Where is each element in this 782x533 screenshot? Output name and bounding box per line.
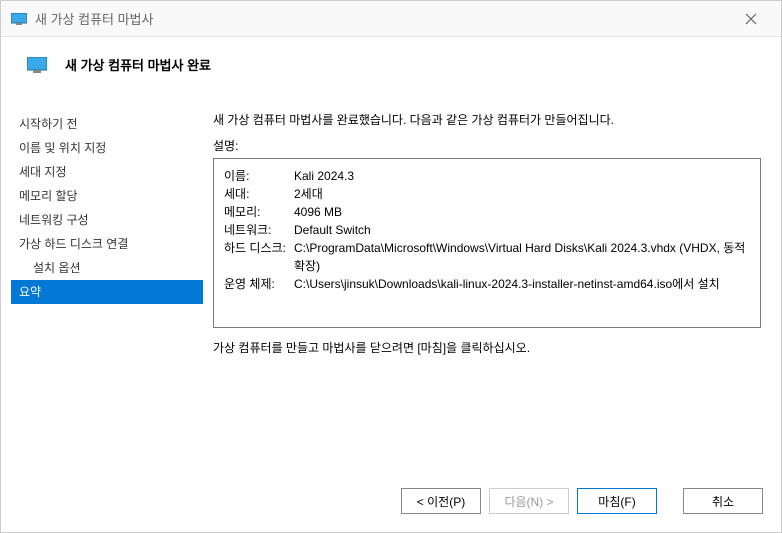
app-icon xyxy=(11,13,27,25)
summary-label: 이름: xyxy=(224,167,294,185)
summary-row: 이름:Kali 2024.3 xyxy=(224,167,750,185)
summary-row: 운영 체제:C:\Users\jinsuk\Downloads\kali-lin… xyxy=(224,275,750,293)
instruction-text: 가상 컴퓨터를 만들고 마법사를 닫으려면 [마침]을 클릭하십시오. xyxy=(213,340,761,357)
summary-row: 메모리:4096 MB xyxy=(224,203,750,221)
main-panel: 새 가상 컴퓨터 마법사를 완료했습니다. 다음과 같은 가상 컴퓨터가 만들어… xyxy=(203,102,771,476)
sidebar-step-0[interactable]: 시작하기 전 xyxy=(11,112,203,136)
summary-value: Default Switch xyxy=(294,221,750,239)
content-area: 시작하기 전이름 및 위치 지정세대 지정메모리 할당네트워킹 구성가상 하드 … xyxy=(1,92,781,476)
wizard-icon xyxy=(27,57,47,73)
finish-button[interactable]: 마침(F) xyxy=(577,488,657,514)
intro-text: 새 가상 컴퓨터 마법사를 완료했습니다. 다음과 같은 가상 컴퓨터가 만들어… xyxy=(213,112,761,129)
close-button[interactable] xyxy=(731,1,771,37)
summary-value: Kali 2024.3 xyxy=(294,167,750,185)
summary-box: 이름:Kali 2024.3세대:2세대메모리:4096 MB네트워크:Defa… xyxy=(213,158,761,328)
summary-label: 세대: xyxy=(224,185,294,203)
summary-value: 4096 MB xyxy=(294,203,750,221)
summary-value: 2세대 xyxy=(294,185,750,203)
wizard-steps-sidebar: 시작하기 전이름 및 위치 지정세대 지정메모리 할당네트워킹 구성가상 하드 … xyxy=(11,102,203,476)
sidebar-step-1[interactable]: 이름 및 위치 지정 xyxy=(11,136,203,160)
description-label: 설명: xyxy=(213,137,761,154)
next-button: 다음(N) > xyxy=(489,488,569,514)
window-title: 새 가상 컴퓨터 마법사 xyxy=(35,9,731,28)
sidebar-step-3[interactable]: 메모리 할당 xyxy=(11,184,203,208)
summary-label: 운영 체제: xyxy=(224,275,294,293)
summary-row: 네트워크:Default Switch xyxy=(224,221,750,239)
summary-label: 메모리: xyxy=(224,203,294,221)
summary-label: 하드 디스크: xyxy=(224,239,294,275)
button-gap xyxy=(665,488,675,514)
titlebar: 새 가상 컴퓨터 마법사 xyxy=(1,1,781,37)
sidebar-step-5[interactable]: 가상 하드 디스크 연결 xyxy=(11,232,203,256)
sidebar-step-4[interactable]: 네트워킹 구성 xyxy=(11,208,203,232)
sidebar-step-2[interactable]: 세대 지정 xyxy=(11,160,203,184)
summary-label: 네트워크: xyxy=(224,221,294,239)
footer-buttons: < 이전(P) 다음(N) > 마침(F) 취소 xyxy=(1,476,781,532)
summary-row: 하드 디스크:C:\ProgramData\Microsoft\Windows\… xyxy=(224,239,750,275)
summary-row: 세대:2세대 xyxy=(224,185,750,203)
summary-value: C:\ProgramData\Microsoft\Windows\Virtual… xyxy=(294,239,750,275)
header-banner: 새 가상 컴퓨터 마법사 완료 xyxy=(1,37,781,92)
sidebar-step-7[interactable]: 요약 xyxy=(11,280,203,304)
wizard-window: 새 가상 컴퓨터 마법사 새 가상 컴퓨터 마법사 완료 시작하기 전이름 및 … xyxy=(0,0,782,533)
page-title: 새 가상 컴퓨터 마법사 완료 xyxy=(65,55,211,74)
summary-value: C:\Users\jinsuk\Downloads\kali-linux-202… xyxy=(294,275,750,293)
previous-button[interactable]: < 이전(P) xyxy=(401,488,481,514)
sidebar-step-6[interactable]: 설치 옵션 xyxy=(11,256,203,280)
cancel-button[interactable]: 취소 xyxy=(683,488,763,514)
